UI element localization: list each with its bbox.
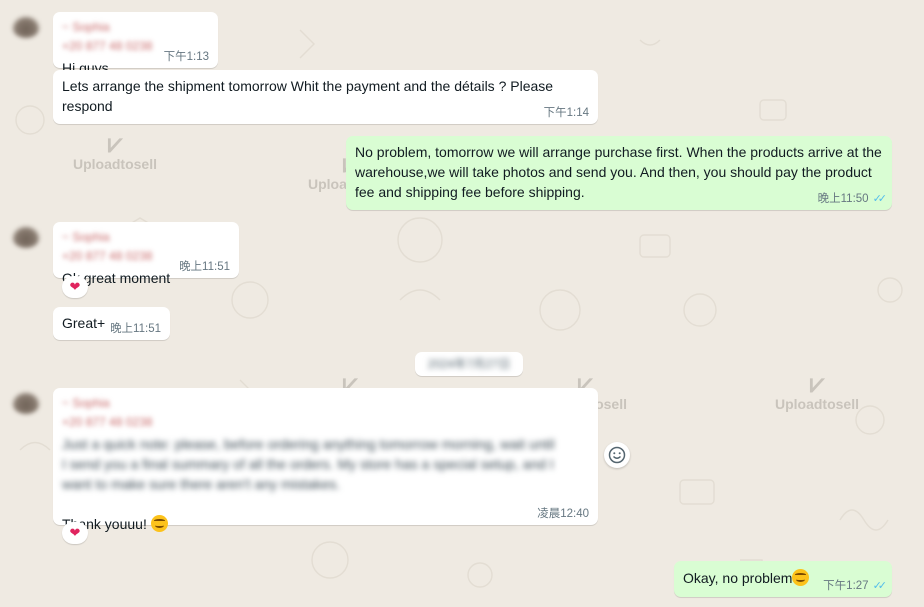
date-divider-text: 2024年7月27日 [427,357,511,371]
message-text-blurred: Just a quick note: please, before orderi… [62,436,555,492]
message-bubble-incoming[interactable]: Great+ 晚上11:51 [53,307,170,340]
watermark: ⩗ Uploadtosell [762,370,872,412]
message-time: 晚上11:51 [179,261,230,273]
sender-name: ~ Sophia [62,230,110,244]
reaction-heart[interactable]: ❤ [62,276,88,298]
message-text-content: Okay, no problem [683,570,793,586]
message-time: 下午1:13 [163,51,209,63]
message-time-text: 下午1:27 [823,580,869,592]
message-time: 下午1:27 ✓✓ [823,579,888,593]
message-bubble-incoming[interactable]: Lets arrange the shipment tomorrow Whit … [53,70,598,124]
message-time: 凌晨12:40 [537,508,589,520]
smiling-face-emoji-icon [150,515,168,532]
watermark: ⩗ Uploadtosell [60,130,170,172]
sender-name: ~ Sophia [62,396,110,410]
double-check-icon: ✓✓ [872,580,888,592]
message-bubble-outgoing[interactable]: Okay, no problem 下午1:27 ✓✓ [674,561,892,597]
message-bubble-incoming[interactable]: ~ Sophia +20 877 48 0238 Ok great moment… [53,222,239,286]
message-time: 晚上11:51 [110,323,161,335]
message-text: No problem, tomorrow we will arrange pur… [355,144,882,200]
avatar[interactable] [12,226,40,248]
smiley-icon [608,446,626,464]
reaction-heart[interactable]: ❤ [62,522,88,544]
sender-name: ~ Sophia [62,20,110,34]
sender-phone: +20 877 48 0238 [62,415,153,429]
message-bubble-incoming[interactable]: ~ Sophia +20 877 48 0238 Hi guys 下午1:13 [53,12,218,76]
watermark-logo-icon: ⩗ [809,368,825,398]
smiling-face-emoji-icon [792,569,810,586]
sender-phone: +20 877 48 0238 [62,39,153,53]
message-time: 晚上11:50 ✓✓ [817,192,888,206]
heart-icon: ❤ [69,525,81,540]
date-divider: 2024年7月27日 [415,352,523,376]
watermark-logo-icon: ⩗ [107,128,123,158]
double-check-icon: ✓✓ [872,193,888,205]
message-time: 下午1:14 [543,107,589,119]
message-time-text: 晚上11:50 [817,193,869,205]
sender-phone: +20 877 48 0238 [62,249,153,263]
add-reaction-button[interactable] [604,442,630,468]
message-bubble-outgoing[interactable]: No problem, tomorrow we will arrange pur… [346,136,892,210]
message-bubble-incoming[interactable]: ~ Sophia +20 877 48 0238 Just a quick no… [53,388,598,532]
heart-icon: ❤ [69,279,81,294]
avatar[interactable] [12,392,40,414]
avatar[interactable] [12,16,40,38]
message-text: Thank youuu! [62,514,589,534]
message-text: Lets arrange the shipment tomorrow Whit … [62,78,554,114]
